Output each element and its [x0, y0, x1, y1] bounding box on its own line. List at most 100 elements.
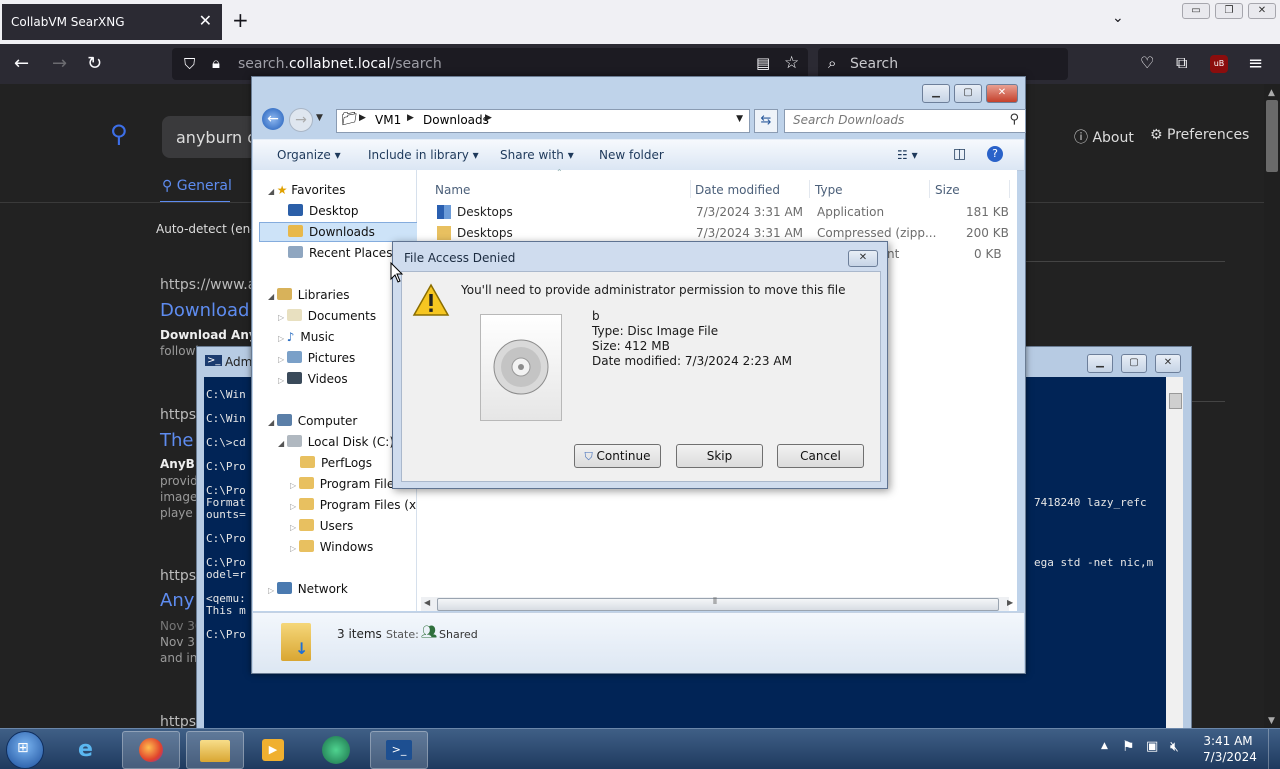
explorer-search-input[interactable]: Search Downloads ⚲: [784, 109, 1026, 133]
page-scrollbar[interactable]: [1264, 84, 1280, 728]
reader-view-icon[interactable]: ▤: [756, 54, 770, 72]
back-icon[interactable]: ←: [14, 53, 29, 74]
horizontal-scrollbar[interactable]: ◀ ⦀ ▶: [421, 597, 1013, 611]
breadcrumb-chevron-icon[interactable]: ▶: [359, 113, 366, 123]
show-desktop-button[interactable]: [1268, 729, 1280, 769]
result-title[interactable]: Download: [160, 300, 249, 321]
close-button[interactable]: ✕: [1155, 354, 1181, 373]
forward-icon[interactable]: →: [52, 53, 67, 74]
nav-item-program-files-x86[interactable]: ▷ Program Files (x86: [290, 498, 431, 512]
organize-menu[interactable]: Organize ▾: [277, 148, 341, 162]
column-header-name[interactable]: Name: [435, 183, 470, 197]
internet-explorer-taskbar-button[interactable]: e: [62, 731, 118, 767]
nav-item-desktop[interactable]: Desktop: [288, 204, 359, 218]
table-row[interactable]: Desktops 7/3/2024 3:31 AM Compressed (zi…: [417, 223, 1017, 243]
nav-item-pictures[interactable]: ▷ Pictures: [278, 351, 355, 365]
column-divider[interactable]: [929, 180, 930, 198]
preview-pane-icon[interactable]: ◫: [953, 146, 966, 162]
back-icon[interactable]: ←: [262, 108, 284, 130]
refresh-icon[interactable]: ⇆: [754, 109, 778, 133]
horizontal-scroll-thumb[interactable]: [437, 598, 999, 611]
powershell-taskbar-button[interactable]: >_: [370, 731, 428, 769]
media-player-taskbar-button[interactable]: ▶: [246, 731, 302, 767]
nav-item-videos[interactable]: ▷ Videos: [278, 372, 348, 386]
language-autodetect[interactable]: Auto-detect (en-: [156, 222, 255, 236]
scroll-up-icon[interactable]: ▲: [1268, 88, 1275, 98]
app-taskbar-button[interactable]: [308, 731, 364, 767]
nav-item-windows[interactable]: ▷ Windows: [290, 540, 373, 554]
url-text[interactable]: search.collabnet.local/search: [238, 56, 442, 72]
column-divider[interactable]: [1009, 180, 1010, 198]
breadcrumb-item[interactable]: Downloads: [423, 113, 489, 127]
new-folder-button[interactable]: New folder: [599, 148, 664, 162]
reload-icon[interactable]: ↻: [87, 53, 102, 74]
help-icon[interactable]: ?: [987, 146, 1003, 162]
nav-item-perflogs[interactable]: PerfLogs: [300, 456, 372, 470]
explorer-taskbar-button[interactable]: [186, 731, 244, 769]
table-row[interactable]: Desktops 7/3/2024 3:31 AM Application 18…: [417, 202, 1017, 222]
nav-item-documents[interactable]: ▷ Documents: [278, 309, 376, 323]
page-scroll-thumb[interactable]: [1266, 100, 1278, 172]
chevron-down-icon[interactable]: ⌄: [1112, 10, 1124, 26]
network-tray-icon[interactable]: ▣: [1146, 739, 1158, 754]
breadcrumb-chevron-icon[interactable]: ▶: [485, 113, 492, 123]
bookmark-star-icon[interactable]: ☆: [784, 53, 799, 73]
maximize-button[interactable]: ▢: [954, 84, 982, 103]
column-divider[interactable]: [809, 180, 810, 198]
maximize-button[interactable]: ▢: [1121, 354, 1147, 373]
file-access-denied-dialog[interactable]: File Access Denied ✕ You'll need to prov…: [392, 241, 888, 489]
column-header-date[interactable]: Date modified: [695, 183, 780, 197]
tab-close-icon[interactable]: ✕: [199, 11, 212, 30]
address-bar[interactable]: 📁︎ ▶ VM1 ▶ Downloads ▶ ▼: [336, 109, 750, 133]
clock-date[interactable]: 7/3/2024: [1203, 750, 1257, 764]
extensions-icon[interactable]: ⧉: [1176, 53, 1187, 73]
console-scroll-thumb[interactable]: [1169, 393, 1182, 409]
result-title[interactable]: The: [160, 430, 193, 451]
include-in-library-menu[interactable]: Include in library ▾: [368, 148, 479, 162]
tab-general[interactable]: ⚲ General: [162, 178, 232, 194]
forward-icon[interactable]: →: [289, 108, 313, 132]
minimize-button[interactable]: ▁: [1087, 354, 1113, 373]
close-button[interactable]: ✕: [986, 84, 1018, 103]
skip-button[interactable]: Skip: [676, 444, 763, 468]
ublock-icon[interactable]: uB: [1210, 55, 1228, 73]
continue-button[interactable]: ⛉ Continue: [574, 444, 661, 468]
new-tab-button[interactable]: +: [232, 8, 249, 32]
nav-item-local-disk[interactable]: ◢ Local Disk (C:): [278, 435, 394, 449]
nav-item-downloads[interactable]: Downloads: [288, 225, 375, 239]
nav-item-program-files[interactable]: ▷ Program Files: [290, 477, 400, 491]
scroll-down-icon[interactable]: ▼: [1268, 716, 1275, 726]
libraries-node[interactable]: ◢ Libraries: [268, 288, 350, 302]
console-scrollbar[interactable]: [1166, 377, 1183, 729]
scroll-right-icon[interactable]: ▶: [1007, 598, 1013, 607]
lock-icon[interactable]: 🔒︎: [212, 54, 220, 72]
close-button[interactable]: ✕: [1248, 3, 1276, 19]
favorites-node[interactable]: ◢ ★ Favorites: [268, 183, 346, 197]
nav-item-users[interactable]: ▷ Users: [290, 519, 353, 533]
about-link[interactable]: ⓘ About: [1074, 127, 1134, 147]
preferences-link[interactable]: ⚙ Preferences: [1150, 127, 1249, 143]
firefox-taskbar-button[interactable]: [122, 731, 180, 769]
recent-pages-icon[interactable]: ▼: [316, 113, 323, 123]
shield-icon[interactable]: ⛉: [184, 55, 195, 73]
minimize-button[interactable]: ▭: [1182, 3, 1210, 19]
restore-button[interactable]: ❐: [1215, 3, 1243, 19]
searxng-logo-icon[interactable]: ⚲: [110, 120, 128, 148]
result-title[interactable]: Any: [160, 590, 194, 611]
volume-muted-icon[interactable]: 🔇︎: [1170, 739, 1179, 755]
nav-item-recent-places[interactable]: Recent Places: [288, 246, 392, 260]
nav-item-music[interactable]: ▷ ♪ Music: [278, 330, 335, 344]
column-divider[interactable]: [690, 180, 691, 198]
column-header-type[interactable]: Type: [815, 183, 843, 197]
column-header-size[interactable]: Size: [935, 183, 960, 197]
clock-time[interactable]: 3:41 AM: [1203, 734, 1253, 748]
breadcrumb-item[interactable]: VM1: [375, 113, 401, 127]
result-url[interactable]: https://www.an: [160, 277, 265, 293]
cancel-button[interactable]: Cancel: [777, 444, 864, 468]
address-dropdown-icon[interactable]: ▼: [736, 114, 743, 124]
computer-node[interactable]: ◢ Computer: [268, 414, 357, 428]
browser-tab[interactable]: CollabVM SearXNG ✕: [2, 4, 222, 40]
scroll-left-icon[interactable]: ◀: [424, 598, 430, 607]
action-center-flag-icon[interactable]: ⚑: [1122, 739, 1135, 755]
result-url[interactable]: https:: [160, 568, 201, 584]
